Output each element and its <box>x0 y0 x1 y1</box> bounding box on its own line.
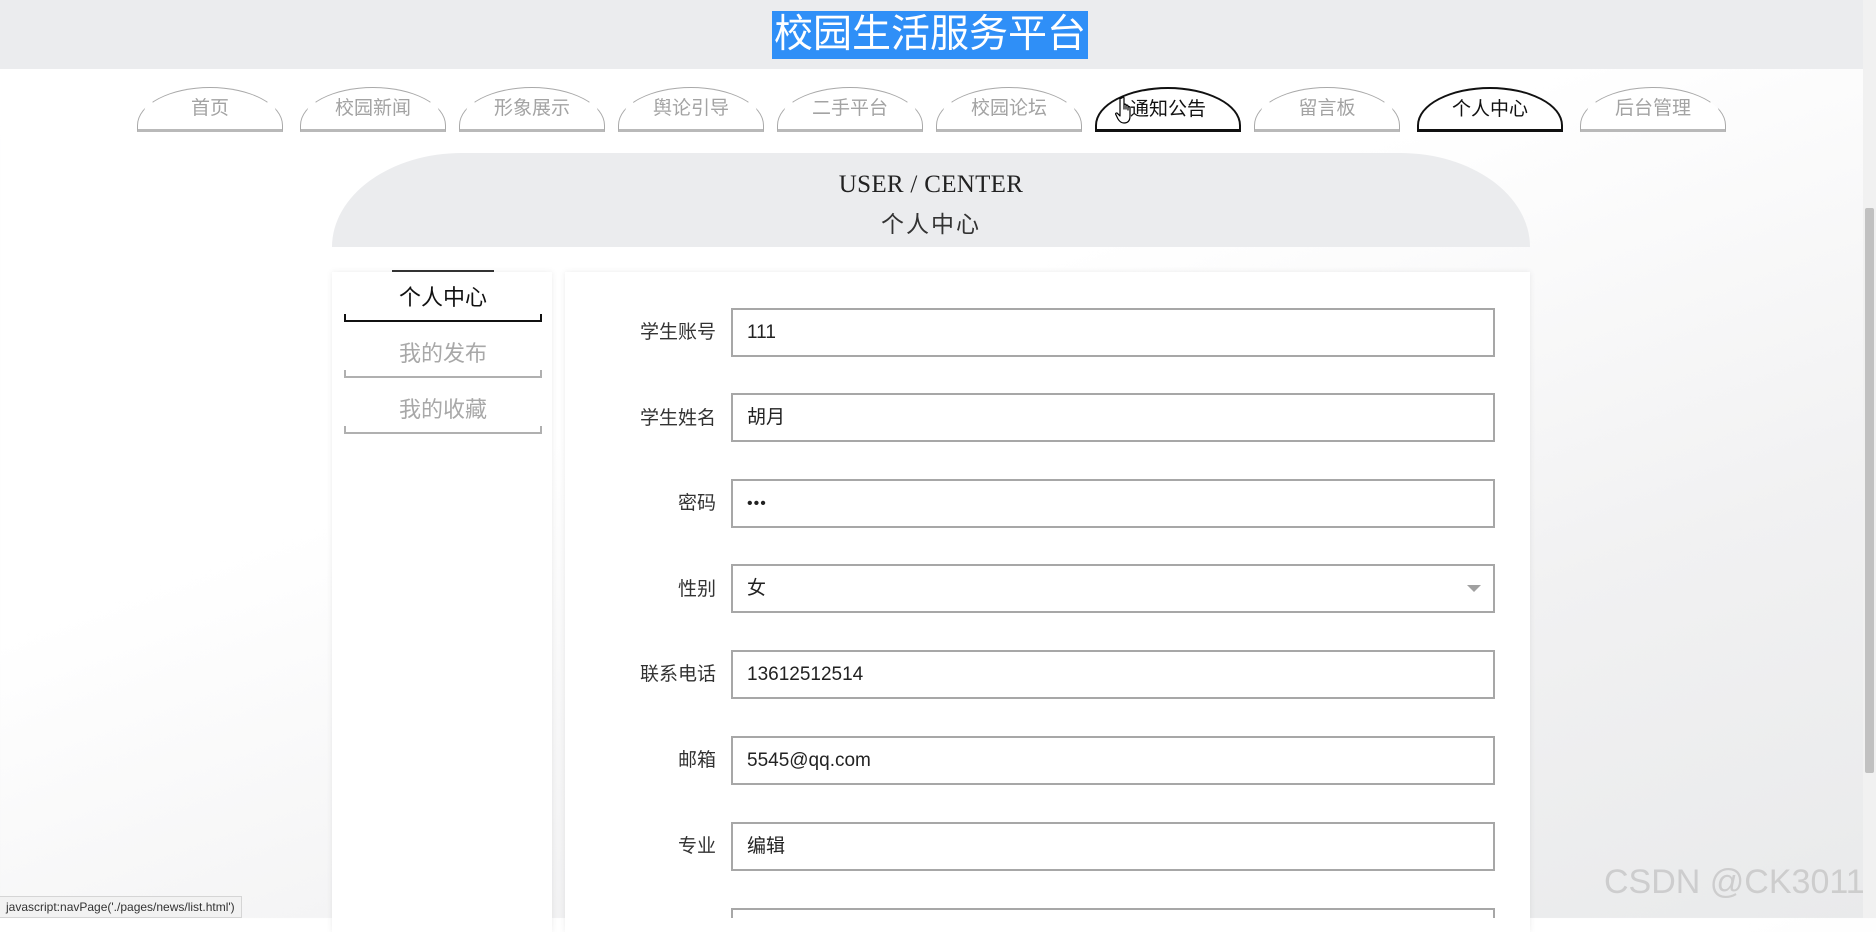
site-title: 校园生活服务平台 <box>772 11 1089 59</box>
banner-title-cn: 个人中心 <box>881 212 981 238</box>
nav-tab-image-showcase[interactable]: 形象展示 <box>459 87 605 132</box>
side-menu-label: 个人中心 <box>398 286 487 311</box>
menu-underline <box>344 314 542 322</box>
student-name-label: 学生姓名 <box>639 407 716 429</box>
nav-tab-admin[interactable]: 后台管理 <box>1580 87 1726 132</box>
menu-underline <box>344 370 542 378</box>
side-menu-label: 我的收藏 <box>398 398 487 423</box>
nav-tab-forum[interactable]: 校园论坛 <box>936 87 1082 132</box>
nav-tab-home[interactable]: 首页 <box>137 87 283 132</box>
email-label: 邮箱 <box>677 749 716 771</box>
hand-cursor-icon <box>1115 96 1131 124</box>
password-input[interactable]: ••• <box>731 479 1495 528</box>
side-menu-label: 我的发布 <box>398 342 487 367</box>
phone-label: 联系电话 <box>639 663 716 685</box>
side-menu-personal-center[interactable]: 个人中心 <box>344 276 542 322</box>
watermark: CSDN @CK3011 <box>1604 863 1865 901</box>
major-input[interactable]: 编辑 <box>731 822 1495 871</box>
next-field-input[interactable] <box>731 908 1495 918</box>
banner-title-en: USER / CENTER <box>838 171 1024 198</box>
phone-input[interactable]: 13612512514 <box>731 650 1495 699</box>
chevron-down-icon <box>1467 585 1481 592</box>
student-name-input[interactable]: 胡月 <box>731 393 1495 442</box>
side-menu-my-favorites[interactable]: 我的收藏 <box>344 388 542 434</box>
gender-select[interactable]: 女 <box>731 564 1495 613</box>
student-account-label: 学生账号 <box>639 321 716 343</box>
nav-tab-message-board[interactable]: 留言板 <box>1254 87 1400 132</box>
email-input[interactable]: 5545@qq.com <box>731 736 1495 785</box>
major-label: 专业 <box>677 835 716 857</box>
gender-select-value: 女 <box>747 578 767 599</box>
nav-tab-second-hand[interactable]: 二手平台 <box>777 87 923 132</box>
browser-status-bar: javascript:navPage('./pages/news/list.ht… <box>0 896 242 918</box>
page-banner: USER / CENTER 个人中心 <box>332 153 1530 247</box>
nav-tab-campus-news[interactable]: 校园新闻 <box>300 87 446 132</box>
password-label: 密码 <box>677 492 716 514</box>
scrollbar-thumb[interactable] <box>1865 208 1874 773</box>
gender-label: 性别 <box>677 578 716 600</box>
menu-underline <box>344 426 542 434</box>
menu-top-line <box>392 270 494 272</box>
side-menu-my-posts[interactable]: 我的发布 <box>344 332 542 378</box>
top-header: 校园生活服务平台 <box>0 0 1876 69</box>
student-account-input[interactable]: 111 <box>731 308 1495 357</box>
nav-tab-opinion-guidance[interactable]: 舆论引导 <box>618 87 764 132</box>
nav-tab-personal-center[interactable]: 个人中心 <box>1417 87 1563 132</box>
